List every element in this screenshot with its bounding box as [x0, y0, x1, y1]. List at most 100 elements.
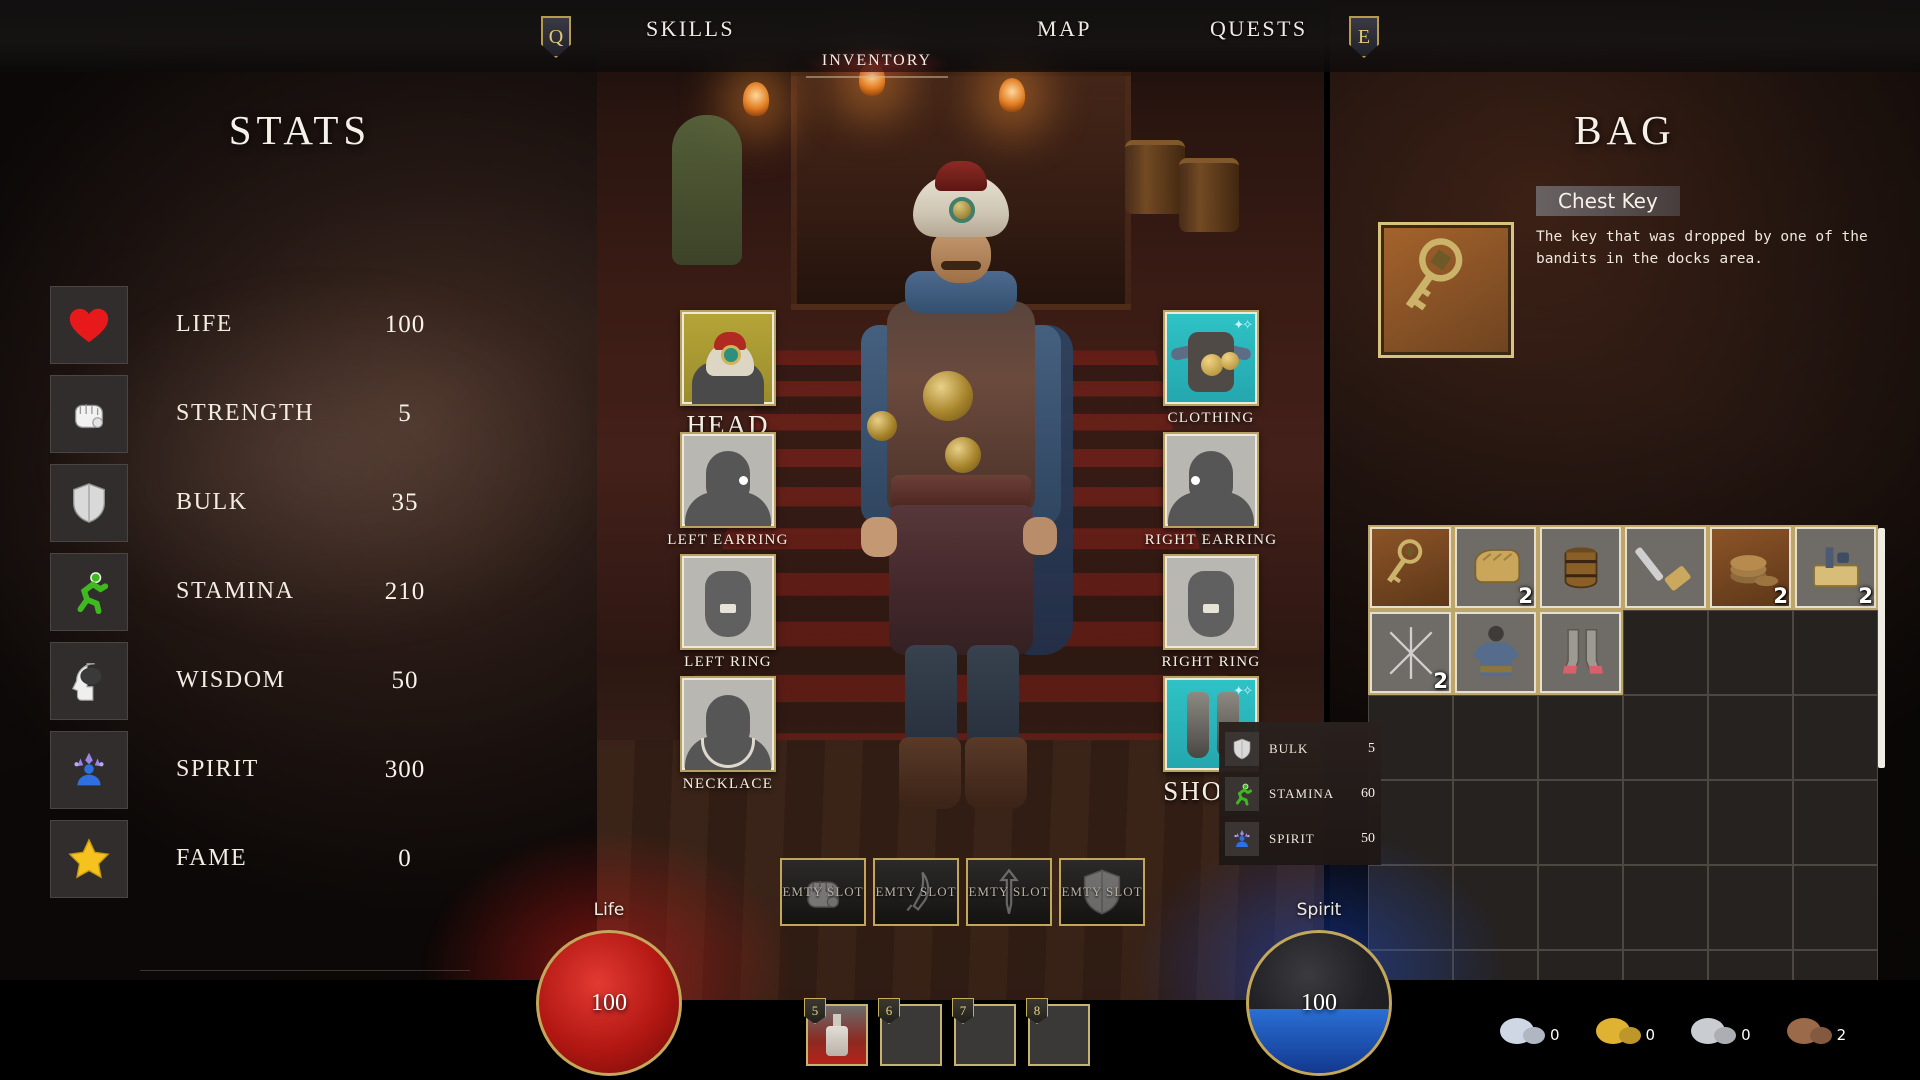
bag-item-slot[interactable] [1623, 525, 1708, 610]
bag-empty-slot[interactable] [1453, 780, 1538, 865]
quick-slot[interactable]: 5 [804, 998, 868, 1066]
currency-group: 0 [1500, 1018, 1560, 1044]
weapon-slot[interactable]: Emty Slot [966, 858, 1052, 926]
bag-item-slot[interactable]: 2 [1708, 525, 1793, 610]
stat-label: Spirit [176, 756, 259, 782]
stat-row: Fame 0 [50, 814, 470, 903]
life-orb: Life 100 [536, 900, 682, 1076]
equip-slot-box[interactable] [1163, 432, 1259, 528]
bag-item-slot[interactable] [1538, 525, 1623, 610]
equip-slot-left-earring[interactable]: Left Earring [667, 432, 787, 548]
boots-icon [1540, 612, 1621, 693]
bag-item-slot[interactable]: 2 [1453, 525, 1538, 610]
currency-group: 2 [1786, 1018, 1847, 1044]
weapon-slot[interactable]: Emty Slot [1059, 858, 1145, 926]
bag-item-slot[interactable]: 2 [1793, 525, 1878, 610]
equip-slot-box[interactable] [1163, 554, 1259, 650]
stat-label: Stamina [176, 578, 295, 604]
tooltip-stat-value: 50 [1361, 830, 1375, 846]
bag-empty-slot[interactable] [1708, 865, 1793, 950]
shield-icon [50, 463, 128, 542]
tooltip-stat-label: Stamina [1269, 785, 1335, 801]
currency-count: 2 [1836, 1026, 1847, 1044]
bag-empty-slot[interactable] [1453, 695, 1538, 780]
necklace-silhouette-icon [682, 678, 774, 770]
spirit-orb-dial: 100 [1246, 930, 1392, 1076]
key-hint-e[interactable]: E [1349, 16, 1379, 58]
equipment-column-left: Head Left Earring Left Ring Necklace [667, 310, 787, 798]
equip-slot-right-ring[interactable]: Right Ring [1162, 554, 1259, 670]
bag-empty-slot[interactable] [1623, 780, 1708, 865]
bag-item-slot[interactable] [1368, 525, 1453, 610]
barrel-prop [1125, 140, 1185, 214]
currency-group: 0 [1595, 1018, 1655, 1044]
equip-slot-box[interactable] [680, 432, 776, 528]
equip-slot-left-ring[interactable]: Left Ring [680, 554, 776, 670]
bag-empty-slot[interactable] [1708, 610, 1793, 695]
bag-item-slot[interactable] [1538, 610, 1623, 695]
bag-empty-slot[interactable] [1708, 780, 1793, 865]
bag-empty-slot[interactable] [1538, 695, 1623, 780]
life-orb-value: 100 [591, 989, 627, 1016]
bag-empty-slot[interactable] [1538, 780, 1623, 865]
ring-silhouette-icon [682, 556, 774, 648]
runner-icon [1225, 776, 1259, 811]
equip-slot-label: Left Earring [667, 532, 789, 548]
equip-slot-right-earring[interactable]: Right Earring [1145, 432, 1276, 548]
currency-count: 0 [1550, 1026, 1560, 1044]
runner-icon [50, 552, 128, 631]
item-quantity: 2 [1433, 669, 1448, 693]
bag-scrollbar[interactable] [1878, 528, 1885, 768]
stat-value: 210 [384, 577, 426, 605]
weapon-slot[interactable]: Emty Slot [873, 858, 959, 926]
tab-skills[interactable]: SKILLS [646, 16, 735, 42]
quick-slot-key: 6 [878, 998, 900, 1024]
bag-empty-slot[interactable] [1793, 780, 1878, 865]
meditate-icon [1225, 821, 1259, 856]
bag-empty-slot[interactable] [1708, 695, 1793, 780]
bag-empty-slot[interactable] [1793, 865, 1878, 950]
stat-row: Wisdom 50 [50, 636, 470, 725]
spirit-orb-label: Spirit [1296, 900, 1342, 920]
equip-slot-clothing[interactable]: ✦✧ Clothing [1163, 310, 1259, 426]
equip-slot-box[interactable] [680, 554, 776, 650]
selected-item-description: The key that was dropped by one of the b… [1536, 229, 1868, 268]
bag-empty-slot[interactable] [1793, 695, 1878, 780]
key-icon [1370, 527, 1451, 608]
bag-empty-slot[interactable] [1538, 865, 1623, 950]
bag-item-slot[interactable] [1453, 610, 1538, 695]
equip-slot-box[interactable]: ✦✧ [1163, 310, 1259, 406]
quick-slot-key: 8 [1026, 998, 1048, 1024]
stat-row: Spirit 300 [50, 725, 470, 814]
bag-empty-slot[interactable] [1623, 695, 1708, 780]
item-quantity: 2 [1858, 584, 1873, 608]
equip-slot-head[interactable]: Head [680, 310, 776, 440]
bag-item-slot[interactable]: 2 [1368, 610, 1453, 695]
equip-slot-box[interactable] [680, 676, 776, 772]
tab-map[interactable]: MAP [1037, 16, 1092, 42]
stat-label: Bulk [176, 489, 248, 515]
bag-empty-slot[interactable] [1453, 865, 1538, 950]
bag-empty-slot[interactable] [1793, 610, 1878, 695]
earring-silhouette-icon [682, 434, 774, 526]
tab-quests[interactable]: QUESTS [1210, 16, 1308, 42]
bag-empty-slot[interactable] [1623, 610, 1708, 695]
weapon-slot[interactable]: Emty Slot [780, 858, 866, 926]
quick-slot[interactable]: 8 [1026, 998, 1090, 1066]
equip-slot-box[interactable] [680, 310, 776, 406]
item-quantity: 2 [1518, 584, 1533, 608]
bag-empty-slot[interactable] [1623, 865, 1708, 950]
quick-slot[interactable]: 6 [878, 998, 942, 1066]
key-hint-q[interactable]: Q [541, 16, 571, 58]
quick-slot[interactable]: 7 [952, 998, 1016, 1066]
quick-slot-key: 7 [952, 998, 974, 1024]
equipment-stats-tooltip: Bulk 5 Stamina 60 Spirit 50 [1219, 722, 1381, 865]
equip-slot-necklace[interactable]: Necklace [680, 676, 776, 792]
weapon-slot-label: Emty Slot [875, 884, 957, 899]
barrel-icon [1540, 527, 1621, 608]
weapon-slot-label: Emty Slot [782, 884, 864, 899]
stat-value: 35 [391, 488, 419, 516]
tab-inventory-active[interactable]: INVENTORY [806, 48, 948, 78]
copper-coin-icon [1786, 1018, 1821, 1044]
earring-silhouette-icon [1165, 434, 1257, 526]
